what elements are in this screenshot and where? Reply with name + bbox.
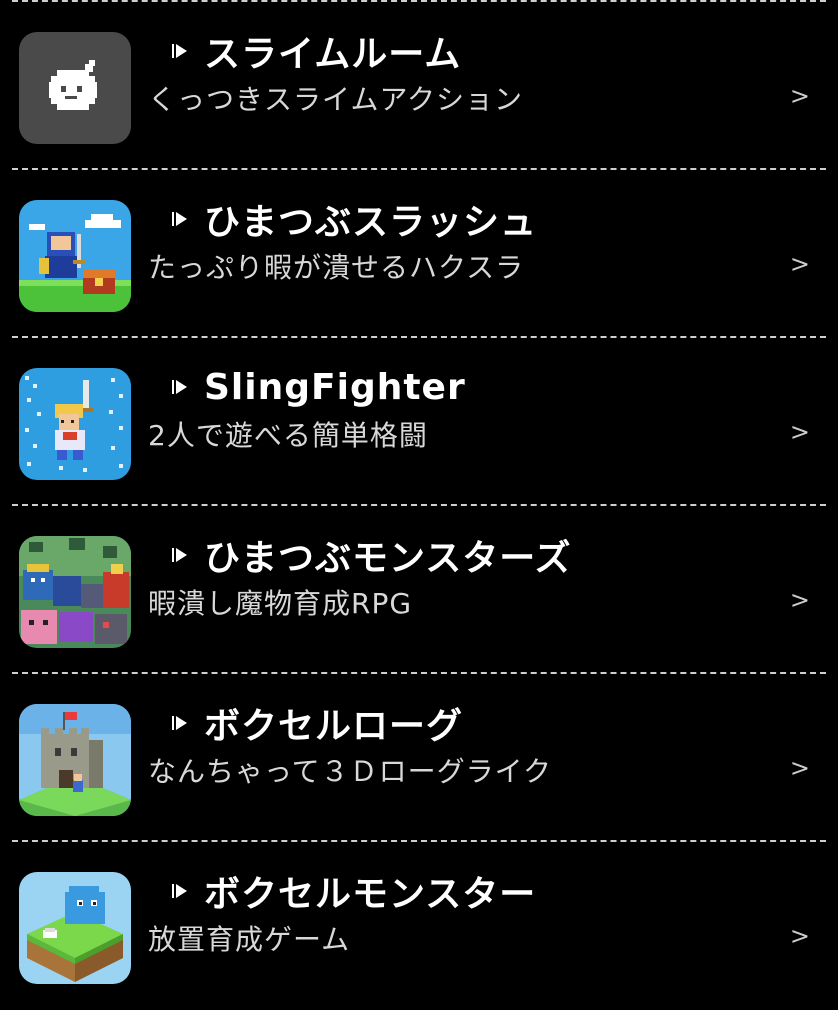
title-row: SlingFighter bbox=[170, 362, 466, 412]
app-item-slingfighter[interactable]: SlingFighter 2人で遊べる簡単格闘 > bbox=[0, 338, 838, 506]
app-subtitle: たっぷり暇が潰せるハクスラ bbox=[148, 251, 525, 284]
app-subtitle: 暇潰し魔物育成RPG bbox=[148, 587, 413, 620]
title-row: ひまつぶスラッシュ bbox=[170, 194, 537, 244]
slime-room-icon bbox=[19, 32, 131, 144]
title-row: ボクセルモンスター bbox=[170, 866, 536, 916]
title-row: ボクセルローグ bbox=[170, 698, 463, 748]
app-title: スライムルーム bbox=[204, 34, 462, 75]
app-subtitle: 放置育成ゲーム bbox=[148, 923, 351, 956]
app-item-himatsubu-monsters[interactable]: ひまつぶモンスターズ 暇潰し魔物育成RPG > bbox=[0, 506, 838, 674]
chevron-right-icon: > bbox=[789, 250, 810, 278]
voxel-monster-icon bbox=[19, 872, 131, 984]
chevron-right-icon: > bbox=[789, 418, 810, 446]
himatsubu-monsters-icon bbox=[19, 536, 131, 648]
himatsubu-slash-icon bbox=[19, 200, 131, 312]
app-title: ひまつぶスラッシュ bbox=[204, 202, 538, 243]
chevron-right-icon: > bbox=[789, 82, 810, 110]
app-item-himatsubu-slash[interactable]: ひまつぶスラッシュ たっぷり暇が潰せるハクスラ > bbox=[0, 170, 838, 338]
slingfighter-icon bbox=[19, 368, 131, 480]
app-item-slime-room[interactable]: スライムルーム くっつきスライムアクション > bbox=[0, 2, 838, 170]
app-title: ボクセルモンスター bbox=[204, 874, 537, 915]
title-row: ひまつぶモンスターズ bbox=[170, 530, 571, 580]
chevron-right-icon: > bbox=[789, 754, 810, 782]
play-icon bbox=[172, 716, 187, 730]
app-subtitle: 2人で遊べる簡単格闘 bbox=[148, 419, 428, 452]
app-title: ボクセルローグ bbox=[204, 706, 464, 747]
app-subtitle: くっつきスライムアクション bbox=[148, 83, 524, 116]
voxel-rogue-icon bbox=[19, 704, 131, 816]
app-title: SlingFighter bbox=[204, 366, 466, 408]
play-icon bbox=[172, 548, 187, 562]
app-item-voxel-rogue[interactable]: ボクセルローグ なんちゃって３Ｄローグライク > bbox=[0, 674, 838, 842]
play-icon bbox=[172, 212, 187, 226]
play-icon bbox=[172, 380, 187, 394]
chevron-right-icon: > bbox=[789, 586, 810, 614]
app-title: ひまつぶモンスターズ bbox=[204, 538, 572, 579]
play-icon bbox=[172, 44, 187, 58]
chevron-right-icon: > bbox=[789, 922, 810, 950]
app-subtitle: なんちゃって３Ｄローグライク bbox=[148, 755, 553, 788]
title-row: スライムルーム bbox=[170, 26, 461, 76]
app-item-voxel-monster[interactable]: ボクセルモンスター 放置育成ゲーム > bbox=[0, 842, 838, 1010]
play-icon bbox=[172, 884, 187, 898]
